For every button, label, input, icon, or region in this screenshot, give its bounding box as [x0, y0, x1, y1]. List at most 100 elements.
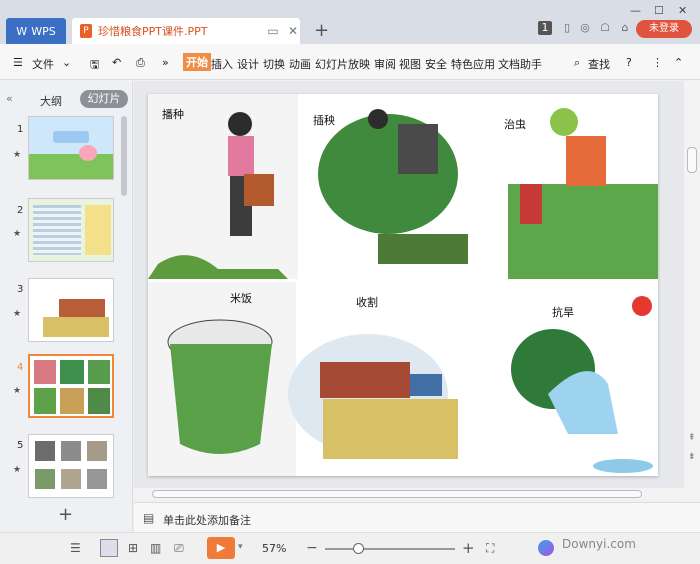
dress-icon[interactable]: ⌂: [618, 21, 632, 35]
tab-outline[interactable]: 大纲: [40, 93, 62, 109]
menu-slideshow[interactable]: 幻灯片放映: [315, 56, 370, 72]
help-icon[interactable]: ?: [626, 56, 632, 69]
thumb-number: 2: [17, 205, 24, 216]
collapse-panel-icon[interactable]: «: [6, 92, 13, 105]
thumb-text-lines: [33, 205, 81, 255]
search-button[interactable]: 查找: [588, 56, 610, 72]
collapse-ribbon-icon[interactable]: ⌃: [674, 56, 683, 69]
undo-icon[interactable]: ↶: [112, 56, 121, 69]
animation-star-icon: ★: [13, 309, 22, 319]
menu-start[interactable]: 开始: [183, 53, 211, 71]
hamburger-icon[interactable]: ☰: [13, 56, 23, 69]
tab-slides[interactable]: 幻灯片: [80, 90, 128, 108]
thumb-cell: [87, 469, 107, 489]
label-pest-control: 治虫: [504, 118, 526, 131]
more-icon[interactable]: ⋮: [652, 56, 663, 69]
slide-thumbnail[interactable]: [28, 198, 114, 262]
watermark-text: Downyi.com: [562, 537, 636, 551]
thumb-cell: [35, 441, 55, 461]
menu-view[interactable]: 视图: [399, 56, 421, 72]
wps-tab-label: WPS: [31, 24, 56, 38]
file-menu[interactable]: 文件: [32, 56, 54, 72]
menu-design[interactable]: 设计: [237, 56, 259, 72]
pest-control-illustration: [508, 108, 658, 279]
thumb-number: 1: [17, 124, 24, 135]
login-button[interactable]: 未登录: [636, 20, 692, 38]
thumb-cell: [34, 388, 56, 414]
next-slide-icon[interactable]: ⇟: [688, 452, 696, 462]
menu-insert[interactable]: 插入: [211, 56, 233, 72]
slide-thumbnail[interactable]: [28, 278, 114, 342]
presenter-view-icon[interactable]: ⎚: [174, 541, 184, 556]
thumb-cell: [60, 388, 84, 414]
feedback-icon[interactable]: ☖: [598, 21, 612, 35]
badge-icon[interactable]: 1: [538, 21, 552, 35]
label-transplanting: 插秧: [313, 114, 335, 127]
window-restore-icon[interactable]: ▭: [266, 24, 280, 38]
label-rice: 米饭: [230, 292, 252, 305]
menu-animation[interactable]: 动画: [289, 56, 311, 72]
ppt-file-icon: P: [80, 24, 92, 38]
assistant-orb-icon[interactable]: [538, 540, 554, 556]
zoom-out-icon[interactable]: −: [306, 540, 318, 556]
slide-thumbnail[interactable]: [28, 116, 114, 180]
prev-slide-icon[interactable]: ⇞: [688, 433, 696, 443]
slide-illustrations: [148, 94, 658, 476]
new-tab-button[interactable]: +: [314, 20, 329, 41]
reading-view-icon[interactable]: ▥: [150, 541, 161, 555]
zoom-slider[interactable]: [325, 548, 455, 550]
thumb-harvester: [59, 299, 105, 317]
save-icon[interactable]: 🖫: [90, 56, 99, 75]
close-window-icon[interactable]: ✕: [678, 4, 687, 17]
zoom-level[interactable]: 57%: [262, 542, 286, 555]
search-icon[interactable]: ⌕: [574, 56, 580, 70]
chevron-down-icon[interactable]: ⌄: [62, 56, 71, 69]
notes-placeholder[interactable]: 单击此处添加备注: [163, 512, 251, 528]
thumb-title-shape: [53, 131, 89, 143]
thumb-cell: [60, 360, 84, 384]
label-drought: 抗旱: [552, 306, 574, 319]
print-icon[interactable]: ⎙: [136, 56, 145, 70]
thumb-number: 3: [17, 284, 24, 295]
zoom-slider-knob[interactable]: [353, 543, 364, 554]
thumb-field: [43, 317, 109, 337]
thumb-number: 5: [17, 440, 24, 451]
zoom-in-icon[interactable]: +: [462, 539, 475, 557]
notes-icon: ▤: [143, 511, 155, 525]
menu-transition[interactable]: 切换: [263, 56, 285, 72]
user-icon[interactable]: ▯: [560, 21, 574, 35]
label-sowing: 播种: [162, 108, 184, 121]
harvest-illustration: [288, 334, 458, 459]
panel-scrollbar[interactable]: [121, 116, 127, 196]
slide-thumbnail-selected[interactable]: [28, 354, 114, 418]
play-slideshow-button[interactable]: ▶: [207, 537, 235, 559]
rice-bowl-illustration: [148, 282, 296, 476]
add-slide-button[interactable]: +: [58, 504, 73, 525]
sorter-view-icon[interactable]: ⊞: [128, 541, 138, 555]
maximize-icon[interactable]: ☐: [654, 4, 664, 17]
skin-icon[interactable]: ◎: [578, 21, 592, 35]
label-harvest: 收割: [356, 296, 378, 309]
animation-star-icon: ★: [13, 386, 22, 396]
menu-features[interactable]: 特色应用: [451, 56, 495, 72]
slide-thumbnail[interactable]: [28, 434, 114, 498]
menu-review[interactable]: 审阅: [374, 56, 396, 72]
fit-window-icon[interactable]: ⛶: [486, 541, 494, 556]
play-dropdown-icon[interactable]: ▾: [238, 542, 243, 552]
wps-home-tab[interactable]: W WPS: [6, 18, 66, 44]
thumb-cell: [34, 360, 56, 384]
view-menu-icon[interactable]: ☰: [70, 541, 81, 555]
vertical-scroll-thumb[interactable]: [687, 147, 697, 173]
thumb-cartoon: [79, 145, 97, 161]
menu-assistant[interactable]: 文档助手: [498, 56, 542, 72]
minimize-icon[interactable]: —: [630, 4, 641, 17]
document-tab-label: 珍惜粮食PPT课件.PPT: [98, 25, 208, 38]
horizontal-scroll-thumb[interactable]: [152, 490, 642, 498]
close-tab-icon[interactable]: ✕: [286, 24, 300, 38]
current-slide[interactable]: 播种 插秧 治虫 米饭 收割 抗旱: [148, 94, 658, 476]
more-chevron-icon[interactable]: »: [162, 56, 169, 69]
wps-logo-icon: W: [16, 24, 28, 38]
menu-security[interactable]: 安全: [425, 56, 447, 72]
document-tab[interactable]: P 珍惜粮食PPT课件.PPT ▭ ✕: [72, 18, 300, 44]
normal-view-icon[interactable]: [100, 539, 118, 557]
